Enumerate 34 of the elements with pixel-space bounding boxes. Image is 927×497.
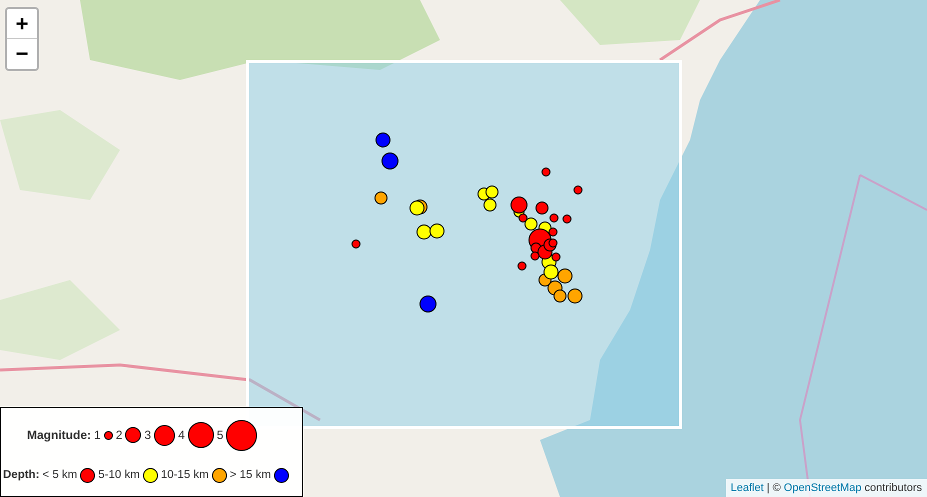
legend-label: 4 [178,427,185,444]
attribution-text: Leaflet | © OpenStreetMap contributors [730,482,922,494]
earthquake-marker[interactable] [574,186,582,194]
legend-label: 2 [116,427,122,444]
leaflet-link[interactable]: Leaflet [730,482,764,494]
earthquake-marker[interactable] [410,200,424,216]
earthquake-marker[interactable] [352,240,360,248]
earthquake-marker[interactable] [550,214,558,222]
legend-label: 1 [94,427,101,444]
earthquake-marker[interactable] [552,252,560,262]
legend-label: 10-15 km [160,468,209,483]
legend-label: Depth: [3,468,40,483]
legend-label: 5-10 km [98,468,140,483]
openstreetmap-link[interactable]: OpenStreetMap [784,482,862,494]
earthquake-marker[interactable] [430,224,444,238]
earthquake-marker[interactable] [420,296,436,312]
earthquake-marker[interactable] [416,224,432,240]
earthquake-marker[interactable] [544,264,558,280]
earthquake-marker[interactable] [518,262,526,270]
legend-label: Magnitude: [27,427,91,444]
earthquake-marker[interactable] [376,132,390,148]
earthquake-marker[interactable] [542,168,550,176]
earthquake-marker[interactable] [562,214,572,224]
legend-label: 3 [144,427,152,444]
earthquake-marker[interactable] [548,228,558,236]
legend-label: 5 [216,427,224,444]
earthquake-marker[interactable] [382,152,398,170]
legend-label: > 15 km [230,468,271,483]
earthquake-marker[interactable] [510,196,528,214]
legend-label: < 5 km [42,468,78,483]
earthquake-marker[interactable] [518,214,528,222]
earthquake-marker[interactable] [558,268,572,284]
earthquake-marker[interactable] [568,288,582,304]
earthquake-marker[interactable] [530,252,540,260]
